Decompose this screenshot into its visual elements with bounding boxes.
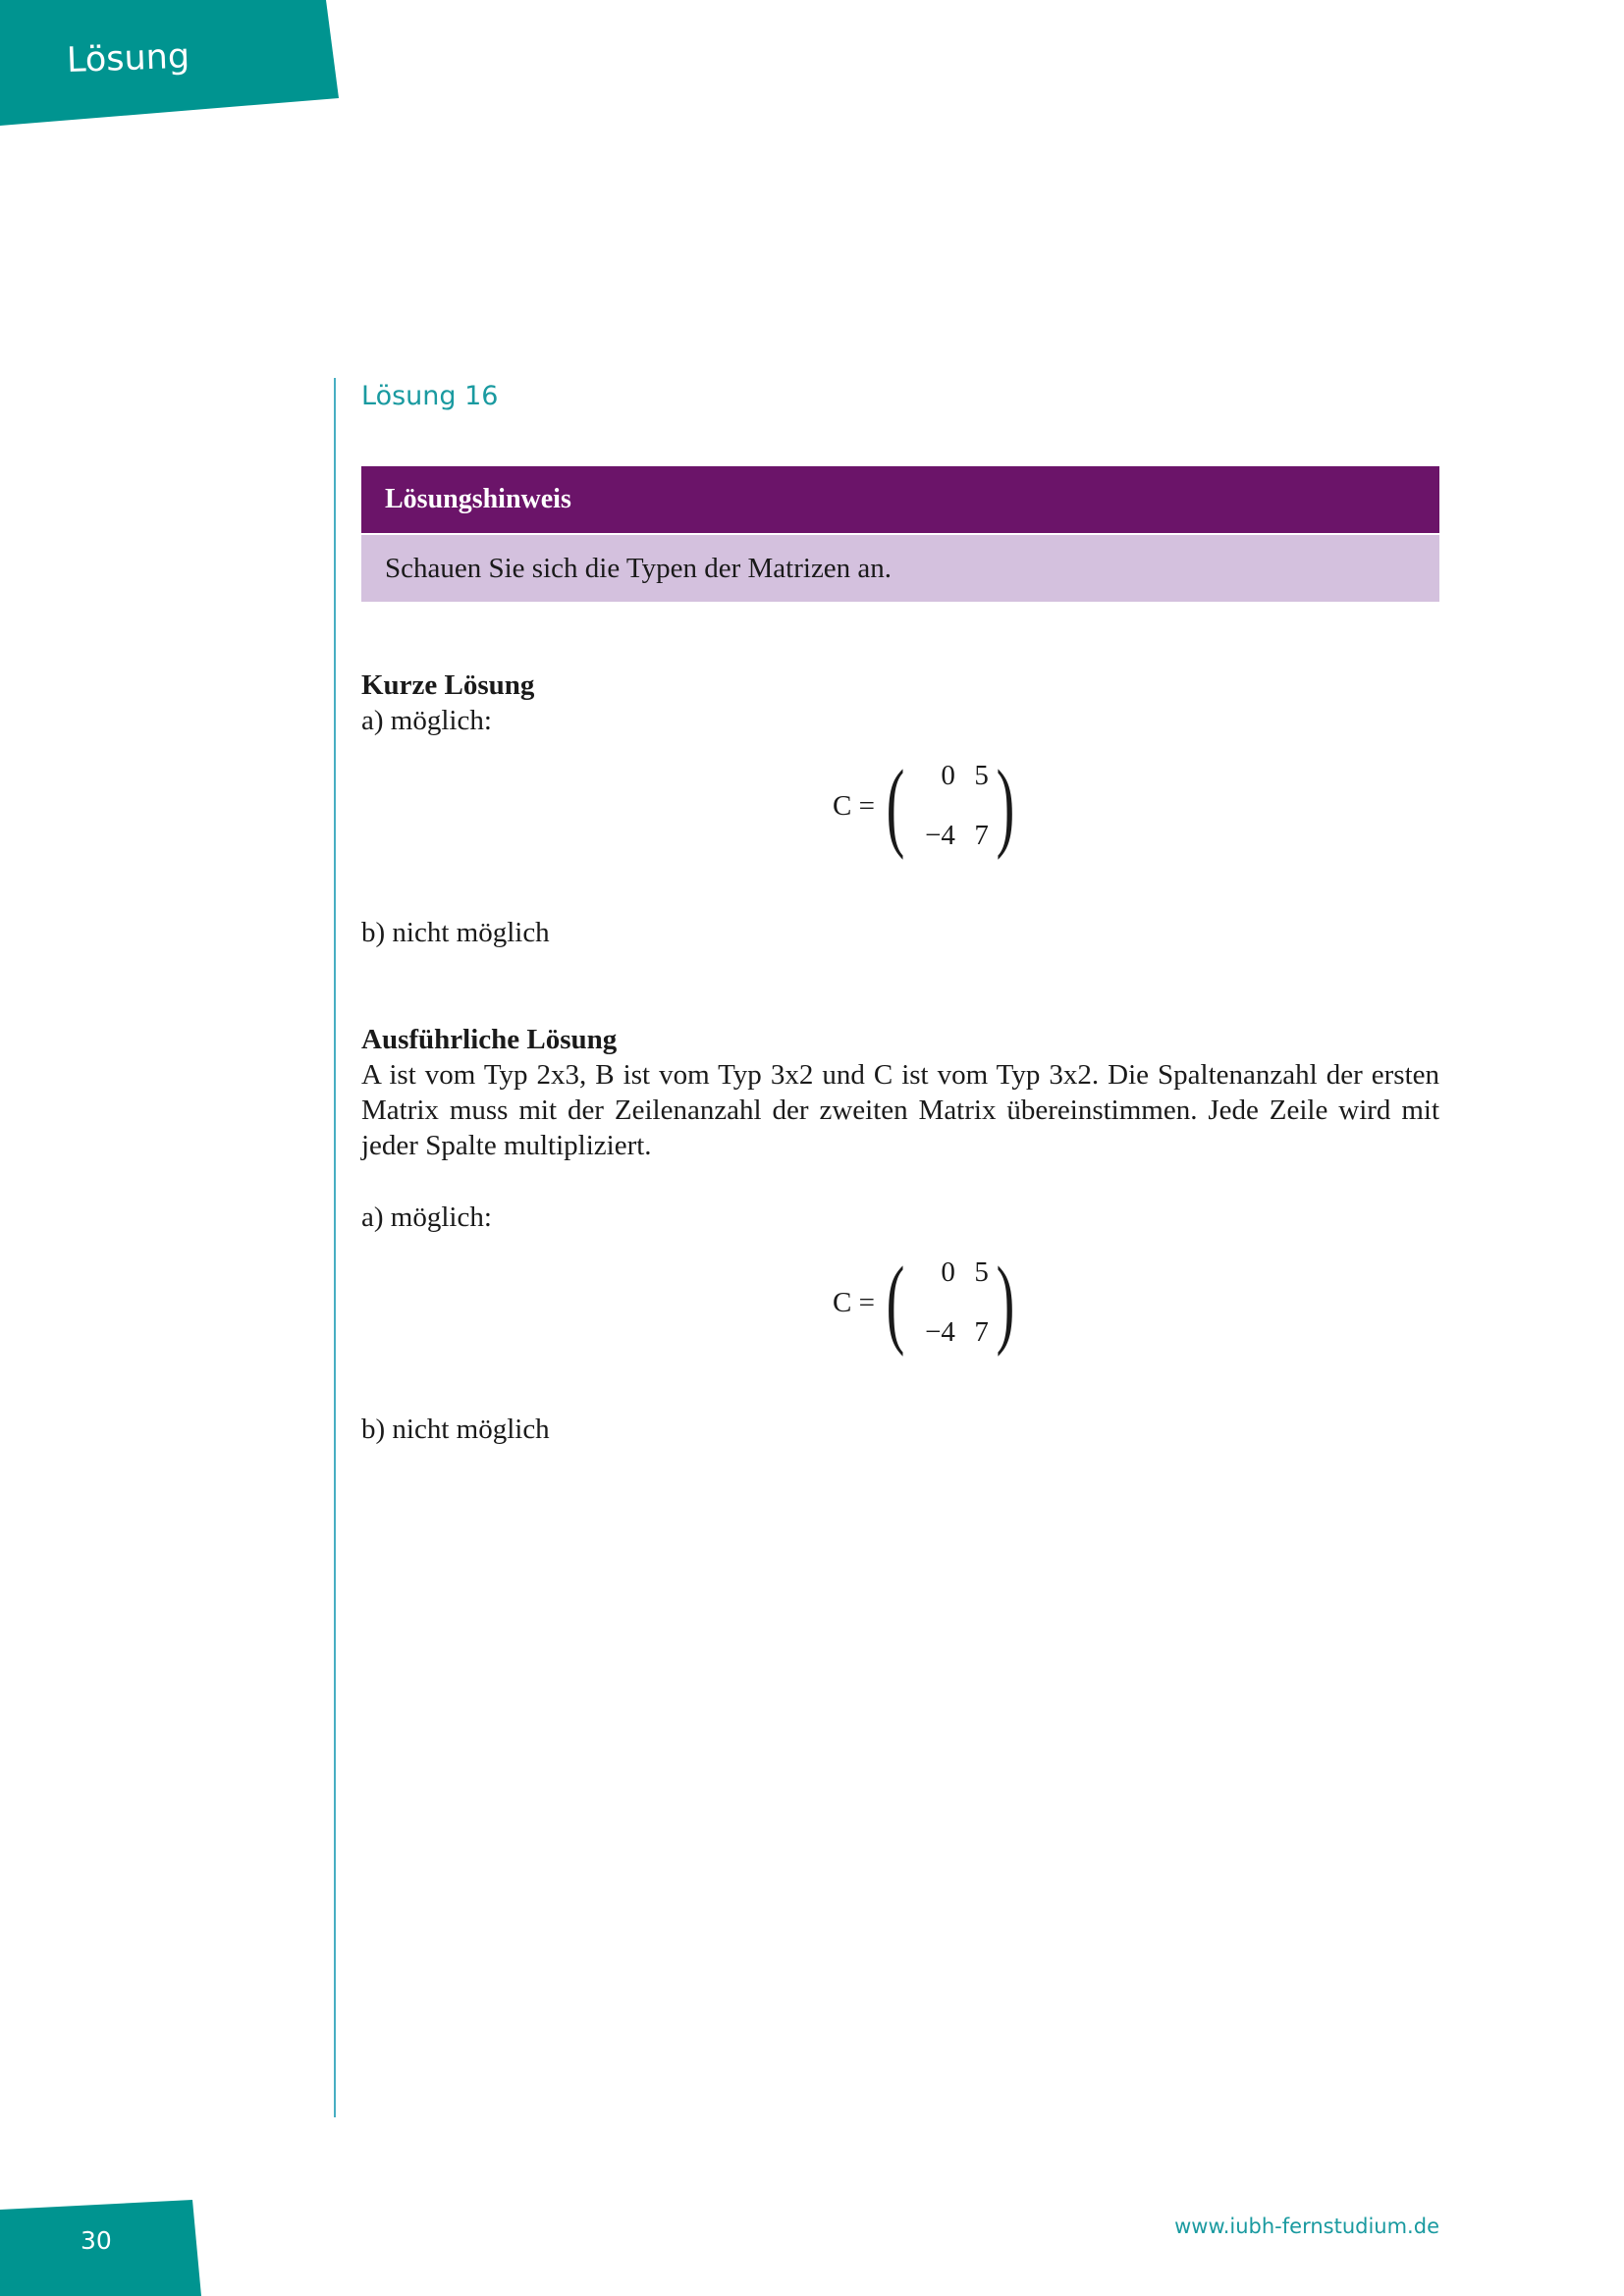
footer-url-link[interactable]: www.iubh-fernstudium.de xyxy=(1174,2215,1439,2238)
short-solution-part-a: a) möglich: xyxy=(361,705,492,736)
page-number: 30 xyxy=(81,2226,112,2255)
detailed-solution-paragraph: A ist vom Typ 2x3, B ist vom Typ 3x2 und… xyxy=(361,1059,1439,1161)
matrix-cell: 5 xyxy=(974,760,989,791)
right-parenthesis: ) xyxy=(996,1247,1015,1358)
hint-text: Schauen Sie sich die Typen der Matrizen … xyxy=(361,535,1439,602)
detailed-solution-part-b: b) nicht möglich xyxy=(361,1414,550,1445)
short-solution-part-b: b) nicht möglich xyxy=(361,917,550,948)
short-solution-heading: Kurze Lösung xyxy=(361,669,535,701)
matrix-cell: 7 xyxy=(974,1316,989,1348)
detailed-solution-heading: Ausführliche Lösung xyxy=(361,1024,618,1055)
matrix-cell: 5 xyxy=(974,1256,989,1288)
short-solution-matrix: C = ( 0 5 −4 7 ) xyxy=(833,756,1022,856)
matrix-lhs: C = xyxy=(833,789,875,822)
matrix-cell: 0 xyxy=(941,1256,955,1288)
header-tab-label: Lösung xyxy=(66,36,190,80)
right-parenthesis: ) xyxy=(996,750,1015,861)
margin-rule xyxy=(334,378,336,2117)
matrix-cell: 0 xyxy=(941,760,955,791)
left-parenthesis: ( xyxy=(886,750,905,861)
matrix-cell: −4 xyxy=(925,820,955,851)
left-parenthesis: ( xyxy=(886,1247,905,1358)
matrix-grid: 0 5 −4 7 xyxy=(912,760,989,852)
matrix-cell: 7 xyxy=(974,820,989,851)
detailed-solution-part-a: a) möglich: xyxy=(361,1201,492,1233)
detailed-solution-matrix: C = ( 0 5 −4 7 ) xyxy=(833,1253,1022,1353)
matrix-lhs: C = xyxy=(833,1286,875,1318)
section-title: Lösung 16 xyxy=(361,381,499,411)
matrix-cell: −4 xyxy=(925,1316,955,1348)
hint-box: Lösungshinweis Schauen Sie sich die Type… xyxy=(361,466,1439,602)
hint-title: Lösungshinweis xyxy=(361,466,1439,533)
matrix-grid: 0 5 −4 7 xyxy=(912,1256,989,1349)
